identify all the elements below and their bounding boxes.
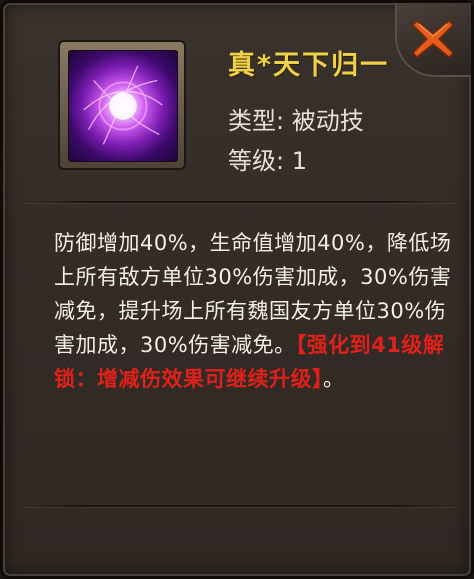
skill-type-label: 类型:: [228, 107, 285, 135]
divider-bottom: [25, 505, 455, 507]
skill-name: 真*天下归一: [228, 50, 390, 81]
purple-energy-orb-icon: [68, 50, 178, 162]
close-x-icon: [412, 20, 454, 58]
skill-info-panel: 真*天下归一 类型: 被动技 等级: 1 防御增加40%，生命值增加40%，降低…: [0, 0, 474, 579]
skill-description: 防御增加40%，生命值增加40%，降低场上所有敌方单位30%伤害加成，30%伤害…: [54, 226, 452, 396]
skill-type-row: 类型: 被动技: [228, 101, 364, 136]
description-tail: 。: [323, 367, 345, 391]
close-button[interactable]: [405, 11, 461, 67]
skill-icon-frame: [58, 40, 186, 170]
skill-level-label: 等级:: [228, 147, 285, 175]
divider-top: [25, 201, 455, 203]
skill-type-value: 被动技: [291, 107, 364, 135]
skill-level-value: 1: [291, 147, 308, 175]
skill-level-row: 等级: 1: [228, 141, 307, 176]
